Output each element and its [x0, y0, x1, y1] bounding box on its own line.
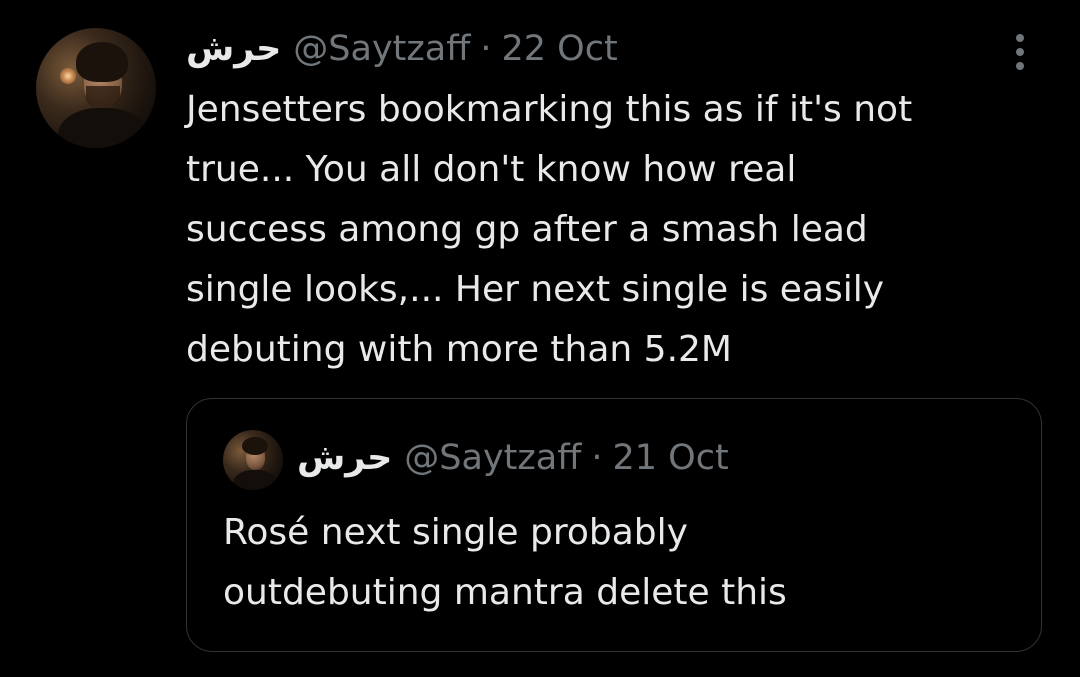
quoted-tweet-header: حرش @Saytzaff · 21 Oct [297, 435, 729, 481]
quoted-tweet-date: 21 Oct [612, 438, 729, 478]
tweet-text-line: success among gp after a smash lead [186, 209, 868, 250]
avatar-beard [86, 86, 120, 108]
tweet-text: Jensetters bookmarking this as if it's n… [186, 80, 1046, 380]
quoted-avatar-shoulders [233, 470, 277, 490]
quoted-tweet-text-line: outdebuting mantra delete this [223, 572, 787, 613]
avatar-background-light [60, 68, 76, 84]
more-dot-bottom [1016, 62, 1024, 70]
quoted-display-name: حرش [297, 438, 393, 478]
tweet-text-line: debuting with more than 5.2M [186, 329, 732, 370]
tweet-text-line: Jensetters bookmarking this as if it's n… [186, 89, 913, 130]
more-vertical-icon[interactable] [1008, 32, 1034, 72]
quoted-avatar[interactable] [223, 430, 283, 490]
quoted-separator-dot: · [591, 438, 603, 478]
more-dot-top [1016, 34, 1024, 42]
tweet-header: حرش @Saytzaff · 22 Oct [186, 26, 618, 72]
quoted-tweet[interactable]: حرش @Saytzaff · 21 Oct Rosé next single … [186, 398, 1042, 652]
quoted-avatar-hair [242, 437, 268, 455]
avatar-shoulders [58, 108, 148, 148]
display-name[interactable]: حرش [186, 29, 281, 69]
tweet-text-line: true... You all don't know how real [186, 149, 797, 190]
tweet[interactable]: حرش @Saytzaff · 22 Oct Jensetters bookma… [0, 0, 1080, 677]
quoted-user-handle: @Saytzaff [404, 438, 582, 478]
tweet-text-line: single looks,... Her next single is easi… [186, 269, 885, 310]
avatar-hair [76, 42, 128, 82]
quoted-tweet-text: Rosé next single probably outdebuting ma… [223, 503, 1023, 623]
tweet-date[interactable]: 22 Oct [501, 29, 617, 69]
separator-dot: · [480, 29, 492, 69]
user-handle[interactable]: @Saytzaff [293, 29, 470, 69]
avatar[interactable] [36, 28, 156, 148]
quoted-tweet-text-line: Rosé next single probably [223, 512, 688, 553]
more-dot-middle [1016, 48, 1024, 56]
